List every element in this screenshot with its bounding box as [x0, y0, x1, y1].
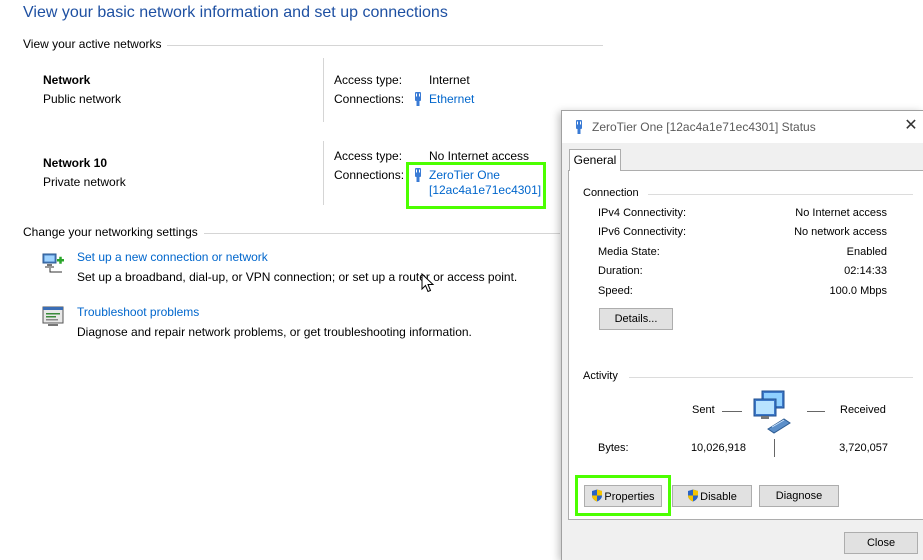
ethernet-icon	[413, 168, 423, 182]
access-type-value: No Internet access	[429, 149, 530, 163]
zerotier-connection-link-id[interactable]: [12ac4a1e71ec4301]	[429, 183, 541, 197]
bytes-label: Bytes:	[598, 442, 629, 454]
ipv6-value: No network access	[794, 226, 887, 238]
received-label: Received	[840, 404, 886, 416]
close-button[interactable]: Close	[844, 532, 918, 554]
access-type-label: Access type:	[334, 73, 403, 87]
mouse-cursor-icon	[421, 272, 435, 293]
tab-panel	[568, 170, 923, 520]
network-name: Network	[43, 73, 91, 87]
new-connection-icon	[42, 249, 66, 273]
access-type-label: Access type:	[334, 149, 403, 163]
network-category: Public network	[43, 92, 122, 106]
duration-label: Duration:	[598, 265, 643, 277]
activity-divider	[774, 439, 775, 457]
bytes-sent-value: 10,026,918	[690, 442, 746, 454]
change-settings-heading: Change your networking settings	[23, 225, 198, 239]
shield-icon	[591, 489, 603, 502]
ipv4-value: No Internet access	[795, 207, 887, 219]
media-state-label: Media State:	[598, 246, 660, 258]
close-icon[interactable]: ✕	[902, 117, 920, 135]
section-divider	[204, 233, 560, 234]
network-divider	[323, 141, 324, 205]
received-line	[807, 411, 825, 412]
diagnose-button[interactable]: Diagnose	[759, 485, 839, 507]
media-state-value: Enabled	[846, 246, 887, 258]
speed-label: Speed:	[598, 285, 633, 297]
ethernet-connection-link[interactable]: Ethernet	[429, 92, 474, 106]
ethernet-icon	[574, 120, 584, 134]
ethernet-icon	[413, 92, 423, 106]
tab-general[interactable]: General	[569, 149, 621, 171]
network-divider	[323, 58, 324, 122]
disable-button-label: Disable	[700, 491, 737, 503]
activity-group-label: Activity	[583, 370, 618, 382]
active-networks-heading: View your active networks	[23, 37, 162, 51]
connections-label: Connections:	[334, 92, 405, 106]
bytes-received-value: 3,720,057	[839, 442, 888, 454]
section-divider	[167, 45, 603, 46]
network-name: Network 10	[43, 156, 108, 170]
troubleshoot-icon	[42, 305, 66, 329]
access-type-value: Internet	[429, 73, 470, 87]
connections-label: Connections:	[334, 168, 405, 182]
shield-icon	[687, 489, 699, 502]
disable-button[interactable]: Disable	[672, 485, 752, 507]
troubleshoot-link[interactable]: Troubleshoot problems	[77, 305, 199, 319]
group-divider	[629, 377, 913, 378]
status-dialog: ZeroTier One [12ac4a1e71ec4301] Status ✕…	[561, 110, 923, 560]
dialog-title: ZeroTier One [12ac4a1e71ec4301] Status	[592, 120, 816, 134]
group-divider	[648, 194, 913, 195]
setup-connection-link[interactable]: Set up a new connection or network	[77, 250, 268, 264]
duration-value: 02:14:33	[844, 265, 887, 277]
ipv4-label: IPv4 Connectivity:	[598, 207, 687, 219]
ipv6-label: IPv6 Connectivity:	[598, 226, 687, 238]
setup-connection-description: Set up a broadband, dial-up, or VPN conn…	[77, 270, 518, 284]
troubleshoot-description: Diagnose and repair network problems, or…	[77, 325, 472, 339]
connection-group-label: Connection	[583, 187, 639, 199]
details-button[interactable]: Details...	[599, 308, 673, 330]
properties-button-label: Properties	[604, 491, 655, 503]
zerotier-connection-link[interactable]: ZeroTier One	[429, 168, 500, 182]
sent-line	[722, 411, 742, 412]
speed-value: 100.0 Mbps	[829, 285, 887, 297]
sent-label: Sent	[692, 404, 715, 416]
page-title: View your basic network information and …	[23, 4, 448, 21]
properties-button[interactable]: Properties	[584, 485, 662, 507]
network-category: Private network	[43, 175, 126, 189]
network-activity-icon	[748, 389, 798, 439]
